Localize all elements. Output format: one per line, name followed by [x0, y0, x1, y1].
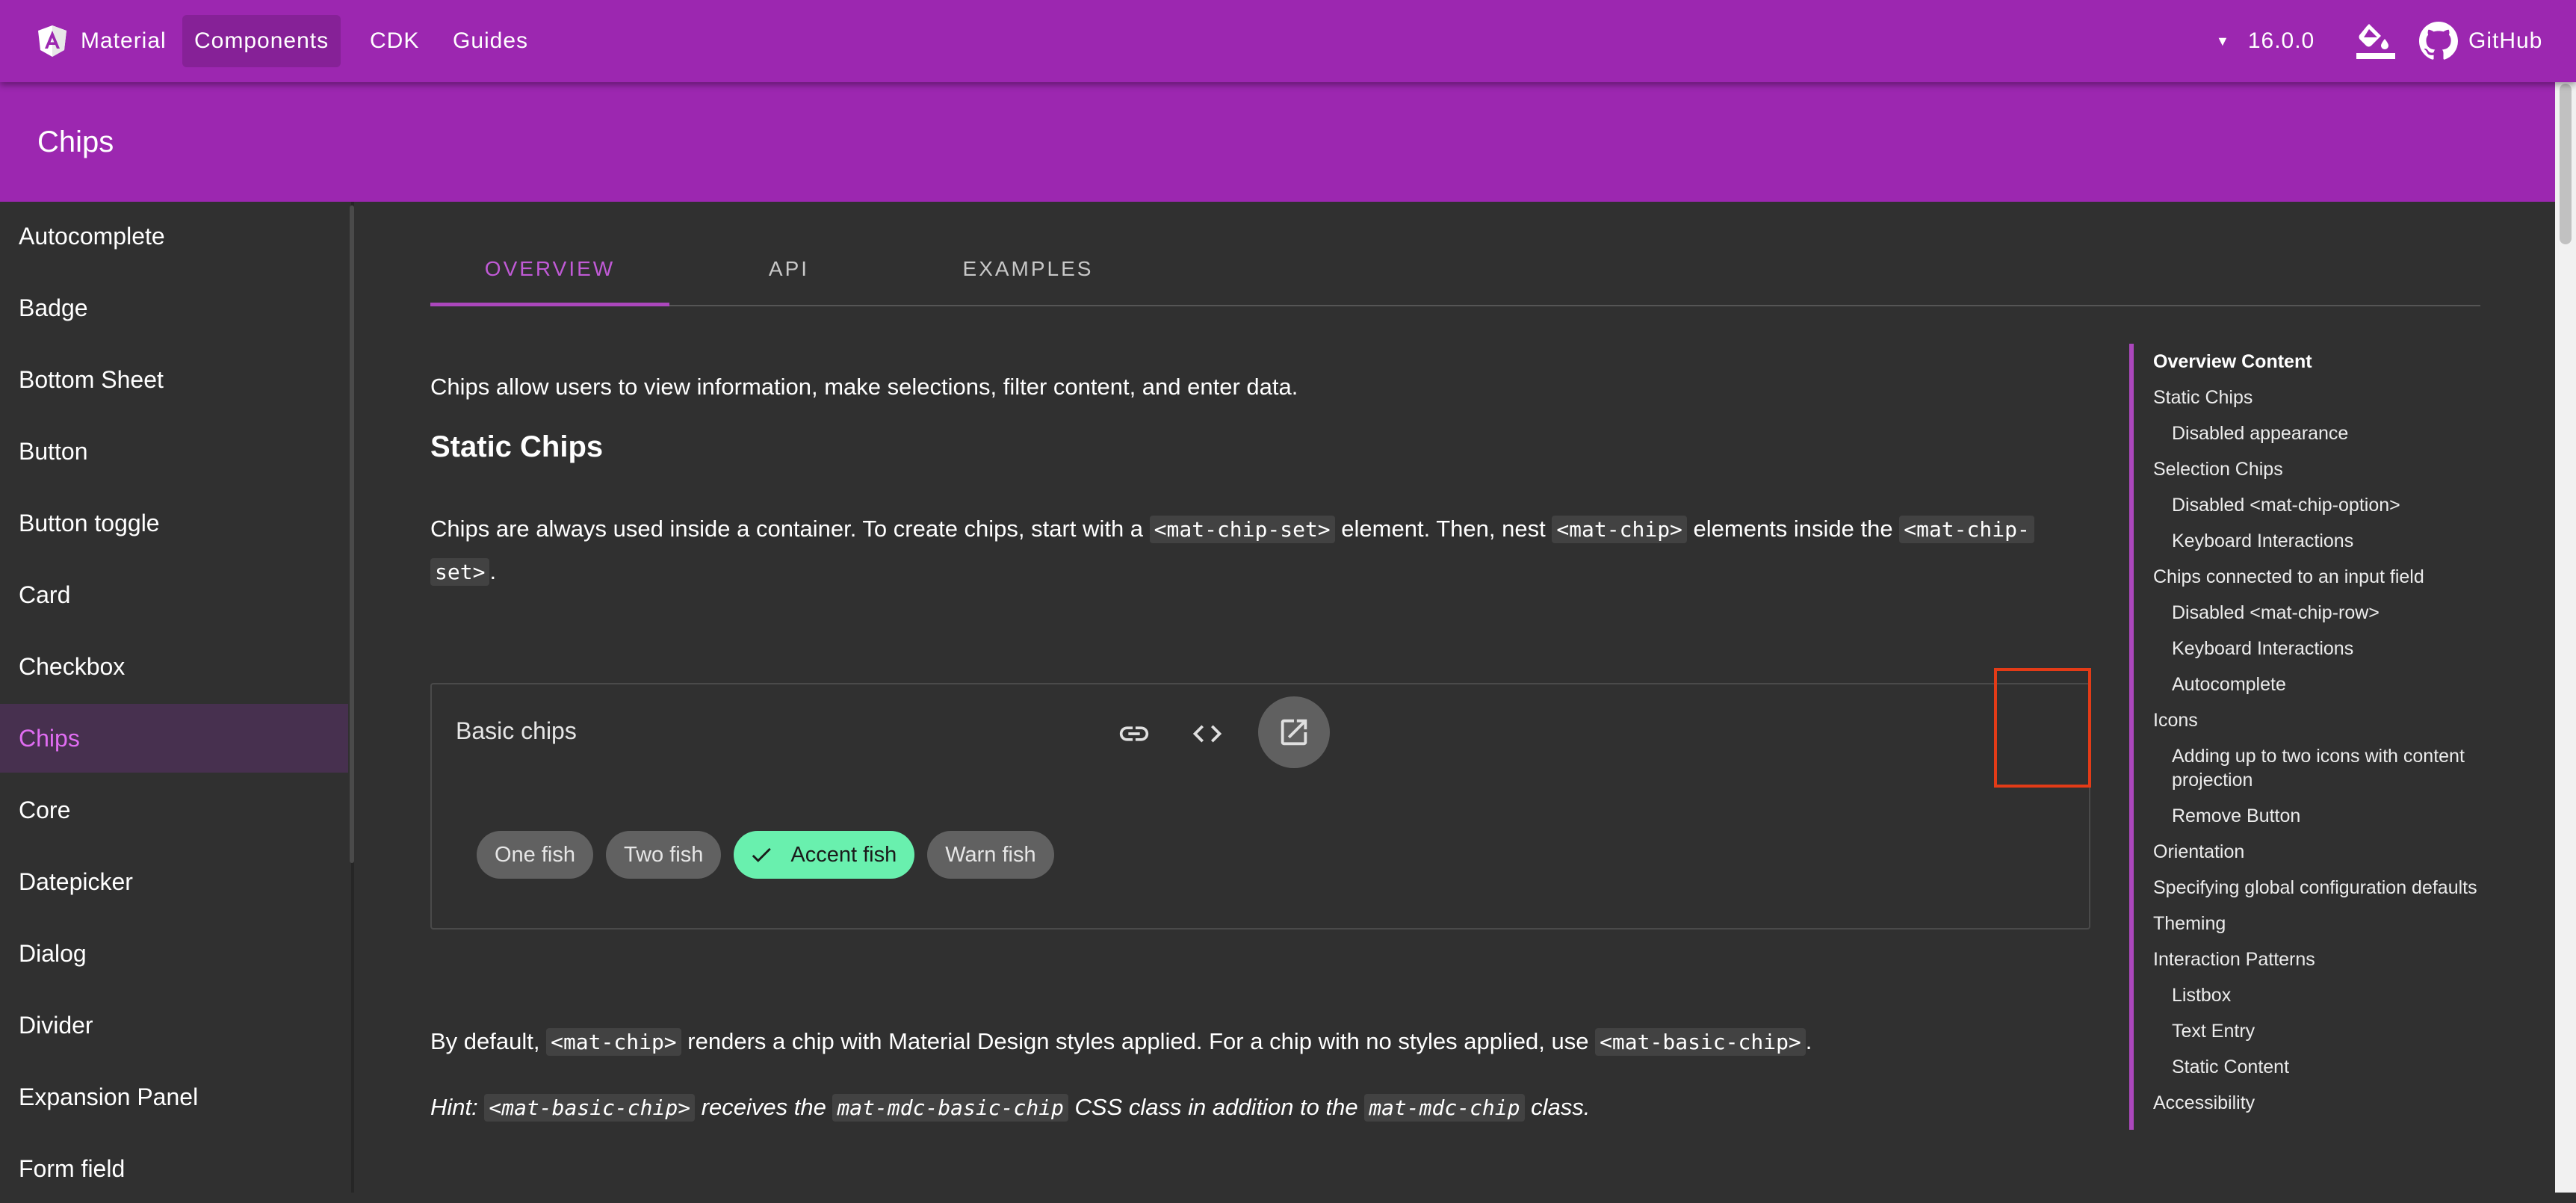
toc-item[interactable]: Static Content [2172, 1057, 2289, 1078]
top-navbar: Material Components CDK Guides ▼ 16.0.0 … [0, 0, 2576, 82]
open-in-new-icon [1281, 719, 1307, 746]
page-header: Chips [0, 82, 2555, 202]
toc-item[interactable]: projection [2172, 770, 2253, 791]
code-icon [1192, 725, 1222, 743]
chip-warn-fish[interactable]: Warn fish [927, 831, 1054, 879]
sidebar-item-form-field[interactable]: Form field [0, 1134, 348, 1203]
sidebar-item-datepicker[interactable]: Datepicker [0, 847, 348, 916]
toc-item[interactable]: Accessibility [2153, 1092, 2255, 1114]
sidebar-item-chips[interactable]: Chips [0, 704, 348, 773]
version-label: 16.0.0 [2247, 28, 2315, 53]
toc-item[interactable]: Specifying global configuration defaults [2153, 877, 2477, 899]
code-mat-chip: <mat-chip> [1552, 516, 1687, 543]
toc-item[interactable]: Interaction Patterns [2153, 949, 2315, 971]
chip-two-fish[interactable]: Two fish [606, 831, 722, 879]
code-mat-basic-chip: <mat-basic-chip> [1595, 1028, 1806, 1056]
sidebar-item-core[interactable]: Core [0, 776, 348, 844]
nav-components[interactable]: Components [182, 15, 341, 67]
github-label: GitHub [2468, 28, 2543, 53]
highlight-annotation [1994, 668, 2091, 788]
chip-one-fish[interactable]: One fish [477, 831, 593, 879]
page-title: Chips [37, 126, 114, 158]
tab-examples[interactable]: EXAMPLES [908, 233, 1148, 305]
sidebar-item-dialog[interactable]: Dialog [0, 919, 348, 988]
static-chips-heading: Static Chips [430, 430, 604, 463]
toc-item[interactable]: Selection Chips [2153, 459, 2283, 480]
table-of-contents: Overview Content Static Chips Disabled a… [2129, 344, 2552, 1130]
code-mat-chip-set-2: <mat-chip- [1899, 516, 2034, 543]
version-dropdown[interactable]: ▼ 16.0.0 [2204, 15, 2326, 67]
toc-item[interactable]: Disabled appearance [2172, 423, 2348, 445]
toc-item[interactable]: Icons [2153, 710, 2198, 732]
hint-paragraph: Hint: <mat-basic-chip> receives the mat-… [430, 1094, 1591, 1122]
check-icon [752, 847, 772, 862]
theme-picker-button[interactable] [2346, 15, 2406, 67]
tab-api[interactable]: API [669, 233, 908, 305]
sidebar-item-checkbox[interactable]: Checkbox [0, 632, 348, 701]
doc-tabs: OVERVIEW API EXAMPLES [430, 233, 2480, 306]
sidebar-item-button-toggle[interactable]: Button toggle [0, 489, 348, 557]
chip-accent-fish[interactable]: Accent fish [734, 831, 915, 879]
basic-chips-example: Basic chips One fish Two fish Accent fis… [430, 683, 2090, 930]
static-chips-paragraph: Chips are always used inside a container… [430, 508, 2089, 593]
code-mat-chip-set: <mat-chip-set> [1149, 516, 1335, 543]
code-hint-mat-basic-chip: <mat-basic-chip> [484, 1094, 696, 1122]
sidebar-item-button[interactable]: Button [0, 417, 348, 486]
toc-item[interactable]: Autocomplete [2172, 674, 2286, 696]
chip-set: One fish Two fish Accent fish Warn fish [477, 831, 1054, 879]
example-title: Basic chips [456, 717, 577, 744]
sidebar-item-bottom-sheet[interactable]: Bottom Sheet [0, 345, 348, 414]
nav-guides[interactable]: Guides [441, 15, 540, 67]
github-icon [2419, 22, 2458, 60]
sidebar-nav: Autocomplete Badge Bottom Sheet Button B… [0, 202, 354, 1193]
tab-overview[interactable]: OVERVIEW [430, 233, 669, 305]
sidebar-item-divider[interactable]: Divider [0, 991, 348, 1060]
chip-accent-label: Accent fish [790, 842, 897, 867]
intro-paragraph: Chips allow users to view information, m… [430, 374, 1298, 400]
code-mat-mdc-chip: mat-mdc-chip [1364, 1094, 1525, 1122]
caret-down-icon: ▼ [2216, 33, 2230, 49]
nav-cdk[interactable]: CDK [358, 15, 431, 67]
toc-item[interactable]: Keyboard Interactions [2172, 531, 2353, 552]
toc-item[interactable]: Orientation [2153, 841, 2244, 863]
toc-heading[interactable]: Overview Content [2153, 351, 2312, 373]
toc-item[interactable]: Disabled <mat-chip-option> [2172, 495, 2400, 516]
sidebar-item-autocomplete[interactable]: Autocomplete [0, 202, 348, 270]
toc-item[interactable]: Text Entry [2172, 1021, 2255, 1042]
toc-item[interactable]: Keyboard Interactions [2172, 638, 2353, 660]
code-mat-chip-b: <mat-chip> [546, 1028, 681, 1056]
toc-item[interactable]: Static Chips [2153, 387, 2253, 409]
tab-active-indicator [430, 303, 669, 306]
open-stackblitz-button[interactable] [1258, 696, 1330, 768]
code-mat-mdc-basic-chip: mat-mdc-basic-chip [832, 1094, 1068, 1122]
page-scrollbar-track[interactable] [2555, 82, 2576, 1193]
default-styles-paragraph: By default, <mat-chip> renders a chip wi… [430, 1028, 1812, 1056]
toc-item[interactable]: Theming [2153, 913, 2226, 935]
format-color-fill-icon [2356, 24, 2395, 59]
toc-item[interactable]: Chips connected to an input field [2153, 566, 2424, 588]
github-link[interactable]: GitHub [2407, 15, 2554, 67]
sidebar-item-badge[interactable]: Badge [0, 273, 348, 342]
material-home-link[interactable]: Material [22, 15, 179, 67]
sidebar-item-expansion-panel[interactable]: Expansion Panel [0, 1063, 348, 1131]
page-scrollbar-thumb[interactable] [2560, 84, 2572, 244]
toc-item[interactable]: Listbox [2172, 985, 2231, 1006]
link-icon [1119, 726, 1149, 741]
sidebar-item-card[interactable]: Card [0, 560, 348, 629]
brand-label: Material [81, 28, 167, 53]
view-code-button[interactable] [1185, 711, 1230, 756]
toc-item[interactable]: Remove Button [2172, 805, 2300, 827]
code-mat-chip-set-2b: set> [430, 558, 490, 586]
angular-logo-icon [38, 25, 66, 57]
toc-item[interactable]: Disabled <mat-chip-row> [2172, 602, 2380, 624]
toc-item[interactable]: Adding up to two icons with content [2172, 746, 2465, 767]
copy-link-button[interactable] [1112, 711, 1157, 756]
